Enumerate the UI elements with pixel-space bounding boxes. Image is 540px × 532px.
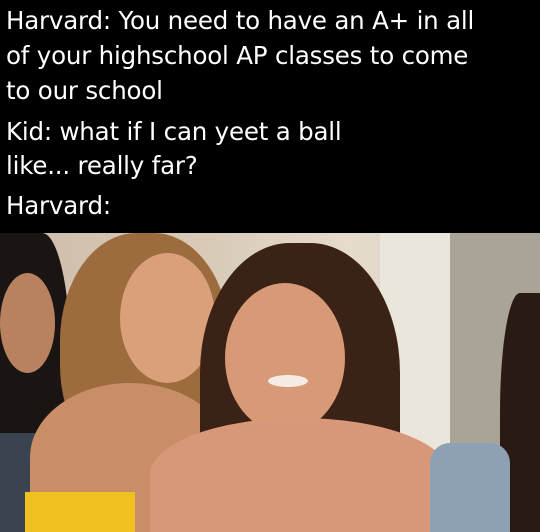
- meme-photo: [0, 233, 540, 532]
- caption-line-2: of your highschool AP classes to come: [6, 41, 469, 70]
- center-girl-face: [225, 283, 345, 433]
- right-girl-jacket: [430, 443, 510, 532]
- left-girl-face: [0, 273, 55, 373]
- caption-line-6: Harvard:: [6, 191, 111, 220]
- center-girl-shoulders: [150, 418, 450, 532]
- caption-line-3: to our school: [6, 76, 163, 105]
- meme-caption: Harvard: You need to have an A+ in all o…: [0, 0, 540, 233]
- caption-line-4: Kid: what if I can yeet a ball: [6, 117, 342, 146]
- yellow-top: [25, 492, 135, 532]
- caption-line-5: like... really far?: [6, 151, 198, 180]
- caption-line-1: Harvard: You need to have an A+ in all: [6, 6, 475, 35]
- center-girl-smile: [268, 375, 308, 387]
